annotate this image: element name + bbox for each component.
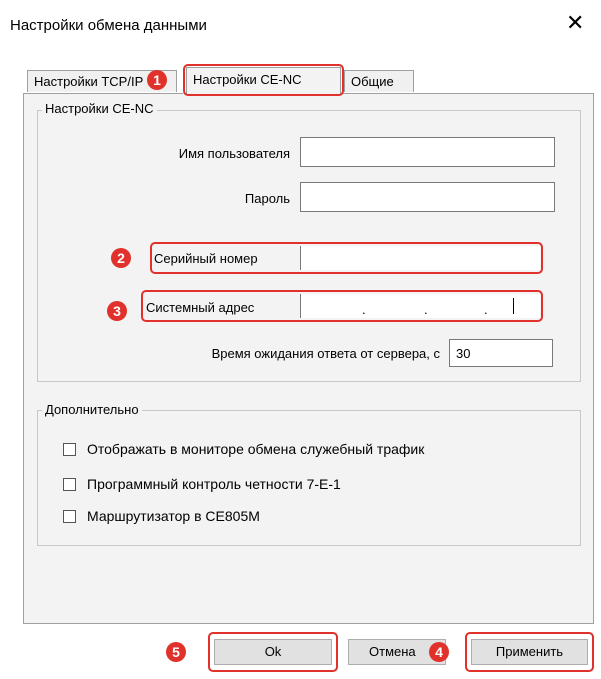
checkbox-service-traffic[interactable] <box>63 443 76 456</box>
checkbox-router[interactable] <box>63 510 76 523</box>
checkbox-parity-control-label: Программный контроль четности 7-E-1 <box>87 476 341 492</box>
callout-2-badge: 2 <box>111 248 131 268</box>
timeout-label: Время ожидания ответа от сервера, с <box>211 346 440 361</box>
ip-separator-1: . <box>362 302 366 317</box>
username-input[interactable] <box>300 137 555 167</box>
window-title: Настройки обмена данными <box>10 17 207 34</box>
tab-divider-right <box>343 93 593 94</box>
password-label: Пароль <box>244 191 290 206</box>
checkbox-parity-control[interactable] <box>63 478 76 491</box>
callout-1-badge: 1 <box>147 70 167 90</box>
ip-separator-2: . <box>424 302 428 317</box>
checkbox-service-traffic-label: Отображать в мониторе обмена служебный т… <box>87 441 425 457</box>
apply-button[interactable]: Применить <box>471 639 588 665</box>
ok-button[interactable]: Ok <box>214 639 332 665</box>
tab-divider-left <box>23 93 183 94</box>
password-input[interactable] <box>300 182 555 212</box>
text-caret <box>513 298 514 314</box>
ip-separator-3: . <box>484 302 488 317</box>
checkbox-router-label: Маршрутизатор в CE805M <box>87 508 260 524</box>
additional-group-title: Дополнительно <box>42 402 142 417</box>
callout-5-badge: 5 <box>166 642 186 662</box>
callout-4-badge: 4 <box>429 642 449 662</box>
serial-number-input[interactable] <box>300 246 540 270</box>
timeout-input[interactable] <box>449 339 553 367</box>
callout-3-badge: 3 <box>107 301 127 321</box>
close-icon[interactable]: ✕ <box>566 12 584 34</box>
tab-general[interactable]: Общие <box>344 70 414 92</box>
serial-number-label: Серийный номер <box>154 251 258 266</box>
cenc-group-title: Настройки CE-NC <box>42 101 157 116</box>
system-address-input[interactable] <box>300 294 540 318</box>
username-label: Имя пользователя <box>178 146 290 161</box>
system-address-label: Системный адрес <box>146 300 255 315</box>
callout-1-highlight <box>183 64 344 96</box>
